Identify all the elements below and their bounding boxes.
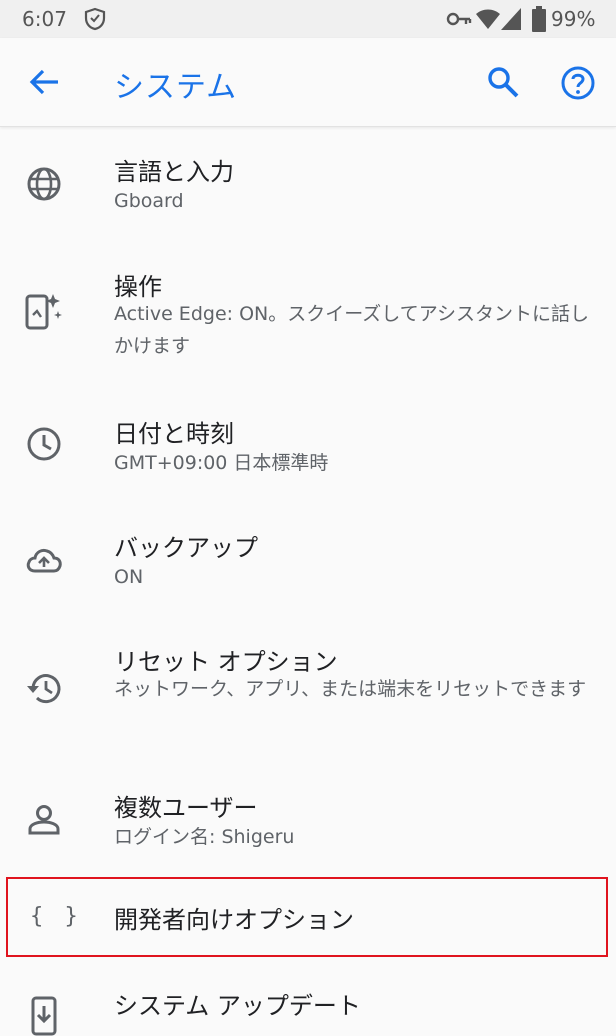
settings-item-date-time[interactable]: 日付と時刻 GMT+09:00 日本標準時 [0,412,616,492]
item-subtitle: Gboard [114,190,184,212]
item-title: 複数ユーザー [114,794,258,822]
cloud-upload-icon [26,548,62,573]
phone-gesture-icon [25,294,62,330]
search-icon[interactable] [486,65,520,99]
item-title: 操作 [114,273,162,301]
vpn-key-icon [446,12,472,26]
page-title: システム [114,70,238,105]
settings-item-reset-options[interactable]: リセット オプション ネットワーク、アプリ、または端末をリセットできます [0,640,616,750]
settings-item-gestures[interactable]: 操作 Active Edge: ON。スクイーズしてアシスタントに話しかけます [0,265,616,375]
item-subtitle: GMT+09:00 日本標準時 [114,452,329,474]
battery-icon [532,6,546,32]
settings-item-backup[interactable]: バックアップ ON [0,526,616,606]
wifi-icon [476,9,500,29]
item-title: リセット オプション [114,648,338,676]
settings-item-multiple-users[interactable]: 複数ユーザー ログイン名: Shigeru [0,786,616,866]
globe-icon [27,167,61,201]
status-bar: 6:07 99% [0,0,616,38]
settings-item-system-update[interactable]: システム アップデート [0,984,616,1036]
item-subtitle: ON [114,566,144,588]
settings-item-developer-options[interactable]: 開発者向けオプション [0,880,616,954]
history-icon [27,674,61,704]
item-title: システム アップデート [114,992,361,1020]
item-title: 言語と入力 [114,158,234,186]
help-icon[interactable] [560,65,596,101]
back-arrow-icon[interactable] [28,67,60,97]
item-title: 日付と時刻 [114,420,234,448]
status-time: 6:07 [22,7,67,31]
app-bar: システム [0,38,616,127]
item-subtitle: ネットワーク、アプリ、または端末をリセットできます [114,678,587,700]
item-title: 開発者向けオプション [114,906,354,934]
system-update-icon [31,996,57,1036]
signal-icon [501,8,521,30]
settings-item-language-input[interactable]: 言語と入力 Gboard [0,150,616,230]
braces-icon: { } [30,904,82,929]
item-subtitle: ログイン名: Shigeru [114,826,295,848]
battery-percent: 99% [551,7,596,31]
item-title: バックアップ [114,534,258,562]
clock-icon [27,427,61,461]
shield-icon [84,7,106,31]
person-icon [28,805,60,835]
item-subtitle: Active Edge: ON。スクイーズしてアシスタントに話しかけます [114,303,589,357]
